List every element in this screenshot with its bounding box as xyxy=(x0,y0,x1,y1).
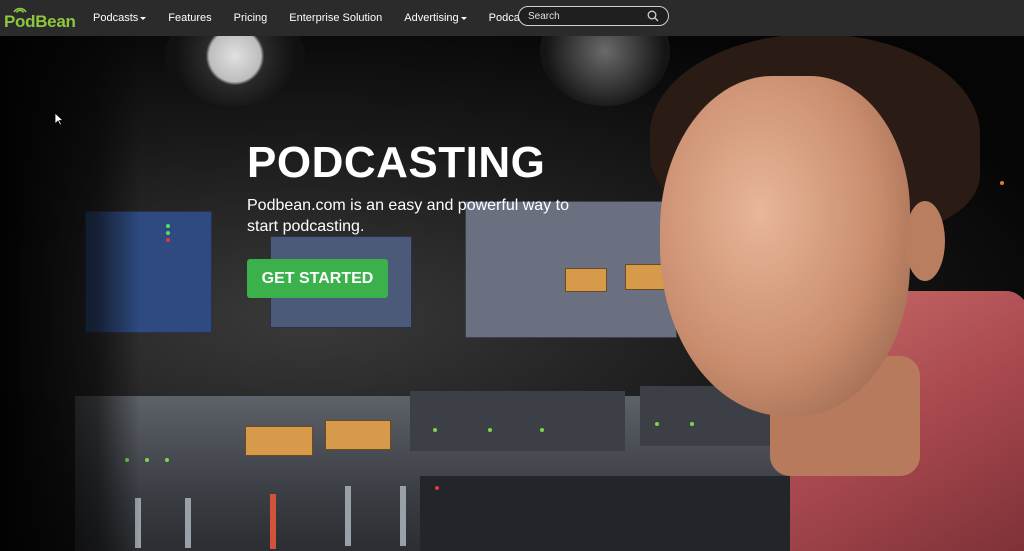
nav-advertising-label: Advertising xyxy=(404,12,459,24)
vu-meter xyxy=(325,420,391,450)
console-fader xyxy=(400,486,406,546)
mouse-cursor-icon xyxy=(54,112,64,126)
get-started-button[interactable]: GET STARTED xyxy=(247,259,388,298)
nav-enterprise-solution[interactable]: Enterprise Solution xyxy=(289,12,382,24)
caret-down-icon xyxy=(460,16,467,20)
nav-advertising[interactable]: Advertising xyxy=(404,12,467,24)
studio-monitor-left xyxy=(165,36,305,106)
indicator-light xyxy=(1000,181,1004,185)
search-icon[interactable] xyxy=(647,10,659,22)
indicator-light xyxy=(433,428,437,432)
vignette-shade xyxy=(0,36,140,551)
console-fader xyxy=(185,498,191,548)
person-face xyxy=(660,76,910,416)
indicator-light xyxy=(145,458,149,462)
signal-icon xyxy=(13,7,27,13)
indicator-light xyxy=(540,428,544,432)
podbean-logo[interactable]: PodBean xyxy=(4,4,76,32)
indicator-light xyxy=(166,231,170,235)
main-menu: Podcasts Features Pricing Enterprise Sol… xyxy=(93,0,572,36)
person-ear xyxy=(905,201,945,281)
vu-meter xyxy=(245,426,313,456)
search-box xyxy=(518,6,669,26)
console-strip xyxy=(410,391,625,451)
console-strip xyxy=(420,476,800,551)
hero-headline: PODCASTING xyxy=(247,138,546,187)
hero-subtext: Podbean.com is an easy and powerful way … xyxy=(247,197,569,235)
indicator-light xyxy=(166,224,170,228)
top-navbar: PodBean Podcasts Features Pricing Enterp… xyxy=(0,0,1024,36)
indicator-light xyxy=(655,422,659,426)
nav-podcasts[interactable]: Podcasts xyxy=(93,12,147,24)
indicator-light xyxy=(435,486,439,490)
indicator-light xyxy=(165,458,169,462)
caret-down-icon xyxy=(140,16,147,20)
nav-pricing[interactable]: Pricing xyxy=(234,12,268,24)
hero-banner: PODCASTING Podbean.com is an easy and po… xyxy=(0,36,1024,551)
nav-features[interactable]: Features xyxy=(168,12,211,24)
nav-podcasts-label: Podcasts xyxy=(93,12,139,24)
vu-meter xyxy=(565,268,607,292)
indicator-light xyxy=(166,238,170,242)
indicator-light xyxy=(690,422,694,426)
search-input[interactable] xyxy=(528,10,648,22)
console-fader xyxy=(270,494,276,549)
studio-monitor-right xyxy=(540,36,670,106)
indicator-light xyxy=(488,428,492,432)
console-fader xyxy=(345,486,351,546)
logo-text: PodBean xyxy=(4,12,76,31)
